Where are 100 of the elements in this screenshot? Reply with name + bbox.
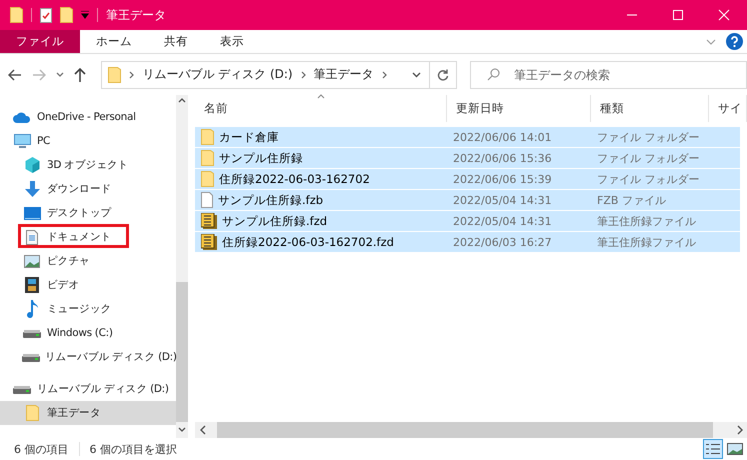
drive-icon: [13, 384, 31, 394]
folder-icon: [10, 7, 23, 23]
folder-icon: [26, 405, 38, 421]
nav-item[interactable]: リムーバブル ディスク (D:): [0, 345, 176, 369]
horizontal-scrollbar[interactable]: [195, 422, 747, 438]
drive-icon: [22, 352, 40, 362]
ribbon-tab[interactable]: 共有: [148, 30, 204, 53]
folder-icon: [201, 150, 214, 166]
file-type: ファイル フォルダー: [597, 172, 700, 186]
properties-icon[interactable]: [40, 8, 52, 22]
nav-item[interactable]: リムーバブル ディスク (D:): [0, 377, 176, 401]
film-icon: [25, 277, 39, 293]
file-row[interactable]: カード倉庫 2022/06/06 14:01 ファイル フォルダー: [195, 127, 740, 147]
nav-label: ピクチャ: [47, 254, 90, 268]
nav-item[interactable]: 3D オブジェクト: [0, 153, 176, 177]
search-field[interactable]: 筆王データの検索: [470, 60, 747, 88]
monitor-icon: [14, 134, 30, 148]
recent-caret-icon[interactable]: [56, 72, 64, 78]
file-row[interactable]: 住所録2022-06-03-162702 2022/06/06 15:39 ファイル フォルダー: [195, 169, 740, 189]
column-header[interactable]: 種類: [591, 95, 709, 122]
nav-label: PC: [37, 135, 50, 147]
nav-item[interactable]: ミュージック: [0, 297, 176, 321]
picture-icon: [24, 254, 40, 268]
nav-item[interactable]: Windows (C:): [0, 321, 176, 345]
details-view-icon: [706, 443, 720, 455]
chevron-icon[interactable]: [129, 70, 134, 78]
details-view-button[interactable]: [703, 439, 723, 459]
nav-item[interactable]: デスクトップ: [0, 201, 176, 225]
dropdown-caret-icon[interactable]: [412, 72, 422, 78]
nav-label: Windows (C:): [47, 327, 113, 339]
document-icon: [26, 230, 38, 244]
address-book-icon: [201, 234, 217, 250]
file-type: 筆王住所録ファイル: [597, 214, 696, 228]
nav-label: デスクトップ: [47, 206, 112, 220]
nav-item[interactable]: ピクチャ: [0, 249, 176, 273]
nav-item[interactable]: PC: [0, 129, 176, 153]
file-name: サンプル住所録: [219, 150, 303, 166]
file-name: 住所録2022-06-03-162702.fzd: [222, 234, 394, 250]
nav-label: ドキュメント: [47, 230, 112, 244]
column-header[interactable]: 名前: [195, 95, 447, 122]
column-header[interactable]: 更新日時: [447, 95, 591, 122]
file-row[interactable]: サンプル住所録.fzb 2022/05/04 14:31 FZB ファイル: [195, 190, 740, 210]
nav-item[interactable]: 筆王データ: [0, 401, 176, 425]
nav-item[interactable]: ドキュメント: [0, 225, 176, 249]
breadcrumb[interactable]: 筆王データ: [314, 66, 374, 83]
column-header[interactable]: サイ: [709, 95, 747, 122]
help-icon[interactable]: [726, 33, 743, 50]
chevron-icon[interactable]: [300, 70, 306, 78]
breadcrumb[interactable]: リムーバブル ディスク (D:): [142, 66, 293, 83]
modified-date: 2022/06/06 15:36: [453, 152, 552, 164]
modified-date: 2022/05/04 14:31: [453, 214, 552, 228]
expand-ribbon-icon[interactable]: [706, 38, 716, 44]
nav-item[interactable]: ビデオ: [0, 273, 176, 297]
nav-label: 筆王データ: [47, 406, 101, 420]
nav-label: 3D オブジェクト: [47, 158, 128, 172]
cloud-icon: [13, 112, 31, 122]
dropdown-icon[interactable]: [81, 11, 89, 19]
nav-label: ダウンロード: [47, 182, 112, 196]
nav-label: リムーバブル ディスク (D:): [45, 350, 177, 364]
item-count: 6 個の項目: [14, 442, 68, 456]
file-name: サンプル住所録.fzd: [222, 214, 328, 228]
nav-label: OneDrive - Personal: [37, 111, 136, 123]
selection-count: 6 個の項目を選択: [90, 442, 177, 456]
ribbon-tab[interactable]: ファイル: [0, 30, 80, 53]
modified-date: 2022/05/04 14:31: [453, 194, 552, 206]
vertical-scrollbar[interactable]: [176, 95, 188, 438]
ribbon-tab[interactable]: 表示: [204, 30, 260, 53]
search-icon: [486, 68, 500, 81]
nav-label: リムーバブル ディスク (D:): [37, 382, 169, 396]
file-type: ファイル フォルダー: [597, 152, 700, 164]
file-row[interactable]: サンプル住所録.fzd 2022/05/04 14:31 筆王住所録ファイル: [195, 211, 740, 231]
ribbon-tab[interactable]: ホーム: [80, 30, 148, 53]
address-bar[interactable]: リムーバブル ディスク (D:) 筆王データ: [101, 60, 430, 88]
file-type: FZB ファイル: [597, 194, 666, 206]
address-book-icon: [201, 213, 217, 229]
folder-icon: [108, 66, 122, 82]
down-arrow-icon: [24, 181, 40, 197]
file-name: 住所録2022-06-03-162702: [219, 172, 370, 186]
modified-date: 2022/06/03 16:27: [453, 236, 552, 248]
drive-icon: [23, 328, 41, 338]
new-folder-icon: [60, 7, 73, 23]
chevron-icon[interactable]: [382, 70, 387, 78]
file-name: サンプル住所録.fzb: [218, 192, 324, 208]
folder-icon: [201, 171, 214, 187]
refresh-icon[interactable]: [437, 68, 450, 80]
file-row[interactable]: サンプル住所録 2022/06/06 15:36 ファイル フォルダー: [195, 148, 740, 168]
window-title: 筆王データ: [106, 6, 166, 24]
music-note-icon: [26, 300, 38, 318]
picture-icon: [727, 443, 743, 455]
nav-item[interactable]: ダウンロード: [0, 177, 176, 201]
up-arrow-icon[interactable]: [74, 68, 86, 82]
folder-icon: [201, 129, 214, 145]
file-type: ファイル フォルダー: [597, 130, 700, 144]
nav-label: ミュージック: [47, 302, 112, 316]
back-arrow-icon[interactable]: [8, 68, 22, 80]
nav-label: ビデオ: [47, 278, 80, 292]
file-row[interactable]: 住所録2022-06-03-162702.fzd 2022/06/03 16:27 筆王住所録ファイル: [195, 232, 740, 252]
nav-item[interactable]: OneDrive - Personal: [0, 105, 176, 129]
desktop-icon: [24, 206, 40, 220]
search-input[interactable]: 筆王データの検索: [512, 66, 736, 82]
